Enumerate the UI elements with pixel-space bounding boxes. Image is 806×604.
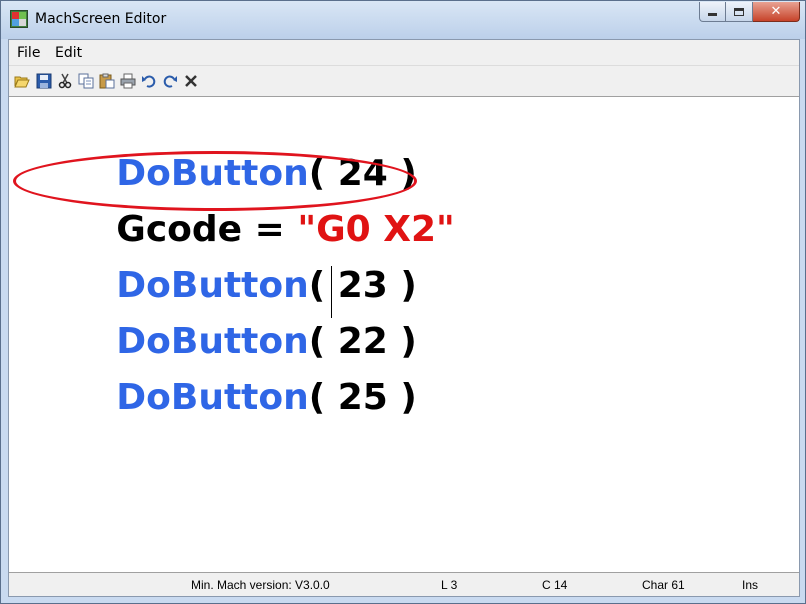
print-icon [120,73,136,89]
status-char: Char 61 [642,578,685,592]
open-icon [14,76,30,88]
client-area: File Edit DoButton(24) Gcode = "G0 X2"… [8,39,800,597]
print-button[interactable] [118,71,138,91]
undo-icon [142,75,156,88]
cut-button[interactable] [55,71,75,91]
code-line-3: DoButton( 23 ) [16,211,417,306]
redo-icon [163,75,177,88]
copy-button[interactable] [76,71,96,91]
redo-button[interactable] [160,71,180,91]
maximize-button[interactable] [726,2,753,22]
code-line-5: DoButton( 25 ) [16,323,417,418]
code-editor[interactable]: DoButton( 24 ) Gcode = "G0 X2" DoButton(… [9,96,799,572]
menu-bar: File Edit [9,40,799,66]
undo-button[interactable] [139,71,159,91]
close-icon: ✕ [770,4,782,19]
toolbar [9,67,799,95]
title-bar[interactable]: MachScreen Editor ✕ [1,1,805,39]
copy-icon [78,73,94,89]
code-line-1: DoButton( 24 ) [16,99,417,194]
window-controls: ✕ [699,2,800,22]
save-button[interactable] [34,71,54,91]
menu-file[interactable]: File [17,45,40,61]
status-line: L 3 [441,578,458,592]
cut-icon [58,73,72,89]
delete-icon [185,75,197,87]
open-button[interactable] [12,71,32,91]
status-column: C 14 [542,578,568,592]
save-icon [36,73,52,89]
status-version: Min. Mach version: V3.0.0 [191,578,330,592]
menu-edit[interactable]: Edit [55,45,82,61]
text-caret [331,266,332,318]
status-insert-mode: Ins [742,578,759,592]
close-button[interactable]: ✕ [753,2,800,22]
app-icon [10,10,28,28]
call-args: ( 25 ) [308,377,417,418]
keyword: DoButton [116,377,309,418]
paste-icon [99,73,115,89]
window-title: MachScreen Editor [35,11,167,27]
status-bar: Min. Mach version: V3.0.0 L 3 C 14 Char … [9,572,799,596]
editor-window: MachScreen Editor ✕ File Edit DoButton(… [0,0,806,604]
paste-button[interactable] [97,71,117,91]
delete-button[interactable] [181,71,201,91]
highlight-ellipse [13,151,417,211]
maximize-icon [734,7,744,16]
minimize-button[interactable] [699,2,726,22]
code-line-4: DoButton( 22 ) [16,267,417,362]
minimize-icon [708,13,717,16]
